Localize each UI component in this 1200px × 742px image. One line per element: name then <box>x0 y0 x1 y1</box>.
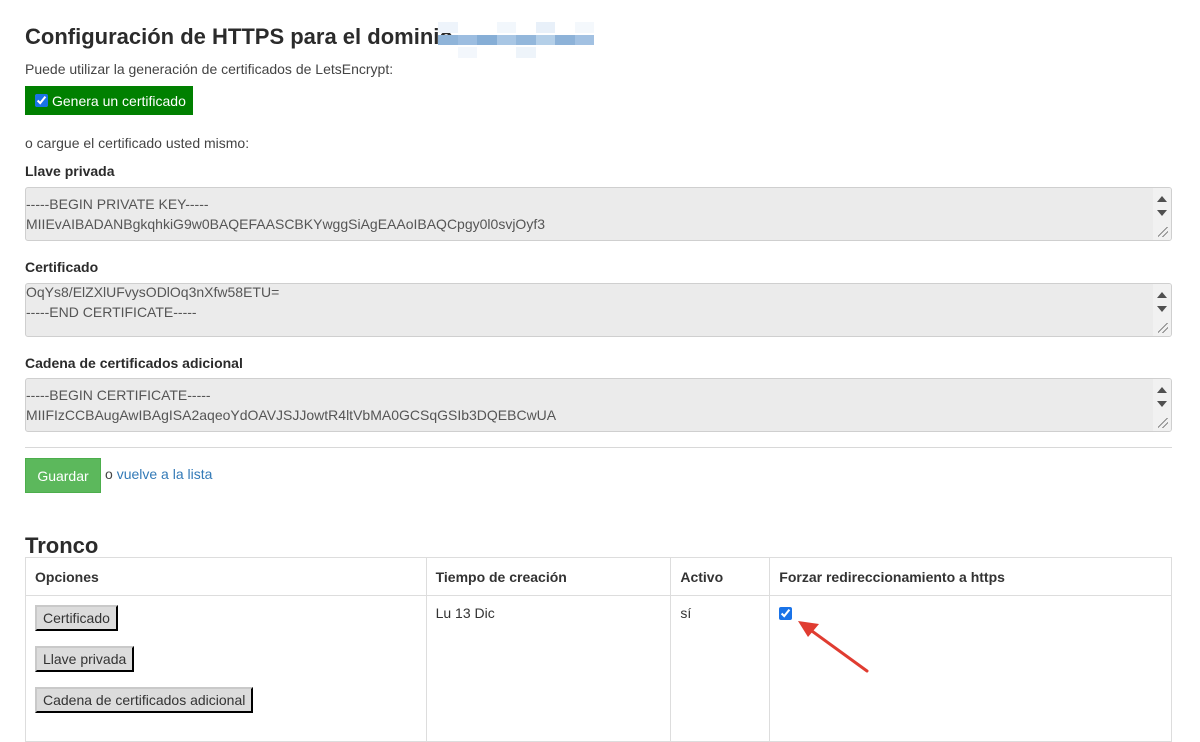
scroll-up-icon[interactable] <box>1157 387 1167 393</box>
header-force-https: Forzar redireccionamiento a https <box>769 557 1172 596</box>
generate-certificate-checkbox[interactable] <box>35 94 48 107</box>
private-key-line: MIIEvAIBADANBgkqhkiG9w0BAQEFAASCBKYwggSi… <box>26 216 545 232</box>
certificate-scrollbar[interactable] <box>1153 284 1171 336</box>
page-title: Configuración de HTTPS para el dominio <box>25 24 453 49</box>
private-key-line: -----BEGIN PRIVATE KEY----- <box>26 196 209 212</box>
certificate-textarea[interactable]: OqYs8/ElZXlUFvysODlOq3nXfw58ETU= -----EN… <box>25 283 1172 337</box>
chain-button[interactable]: Cadena de certificados adicional <box>35 687 254 713</box>
log-section-title: Tronco <box>25 533 99 558</box>
scroll-down-icon[interactable] <box>1157 401 1167 407</box>
resize-handle-icon[interactable] <box>1158 418 1168 428</box>
scroll-down-icon[interactable] <box>1157 306 1167 312</box>
certificate-line: OqYs8/ElZXlUFvysODlOq3nXfw58ETU= <box>26 284 280 300</box>
chain-label: Cadena de certificados adicional <box>25 355 243 371</box>
chain-line: MIIFIzCCBAugAwIBAgISA2aqeoYdOAVJSJJowtR4… <box>26 407 557 423</box>
back-to-list: o vuelve a la lista <box>105 466 212 482</box>
resize-handle-icon[interactable] <box>1158 227 1168 237</box>
header-active: Activo <box>670 557 771 596</box>
certificate-button[interactable]: Certificado <box>35 605 118 631</box>
certificate-label: Certificado <box>25 259 99 275</box>
header-creation-time: Tiempo de creación <box>425 557 672 596</box>
options-cell: Certificado Llave privada Cadena de cert… <box>25 595 427 742</box>
annotation-arrow-icon <box>798 621 869 673</box>
scroll-up-icon[interactable] <box>1157 196 1167 202</box>
certificate-line: -----END CERTIFICATE----- <box>26 304 197 320</box>
form-divider <box>25 447 1172 448</box>
generate-certificate-button[interactable]: Genera un certificado <box>25 86 193 115</box>
resize-handle-icon[interactable] <box>1158 323 1168 333</box>
private-key-textarea[interactable]: -----BEGIN PRIVATE KEY----- MIIEvAIBADAN… <box>25 187 1172 241</box>
scroll-up-icon[interactable] <box>1157 292 1167 298</box>
table-row: Certificado Llave privada Cadena de cert… <box>25 595 1172 742</box>
generate-certificate-label: Genera un certificado <box>52 92 186 109</box>
or-text: o <box>105 466 113 482</box>
letsencrypt-help-text: Puede utilizar la generación de certific… <box>25 61 394 77</box>
back-to-list-link[interactable]: vuelve a la lista <box>117 466 213 482</box>
header-options: Opciones <box>25 557 427 596</box>
scroll-down-icon[interactable] <box>1157 210 1167 216</box>
active-cell: sí <box>670 595 771 742</box>
chain-scrollbar[interactable] <box>1153 379 1171 431</box>
log-table: Opciones Tiempo de creación Activo Forza… <box>25 557 1172 742</box>
private-key-label: Llave privada <box>25 163 115 179</box>
force-https-checkbox[interactable] <box>779 607 793 620</box>
upload-help-text: o cargue el certificado usted mismo: <box>25 135 250 151</box>
redacted-domain <box>438 22 594 59</box>
private-key-button[interactable]: Llave privada <box>35 646 135 672</box>
private-key-scrollbar[interactable] <box>1153 188 1171 240</box>
save-button[interactable]: Guardar <box>25 458 101 493</box>
chain-line: -----BEGIN CERTIFICATE----- <box>26 387 211 403</box>
table-header-row: Opciones Tiempo de creación Activo Forza… <box>25 557 1172 596</box>
creation-time-cell: Lu 13 Dic <box>425 595 672 742</box>
chain-textarea[interactable]: -----BEGIN CERTIFICATE----- MIIFIzCCBAug… <box>25 378 1172 432</box>
